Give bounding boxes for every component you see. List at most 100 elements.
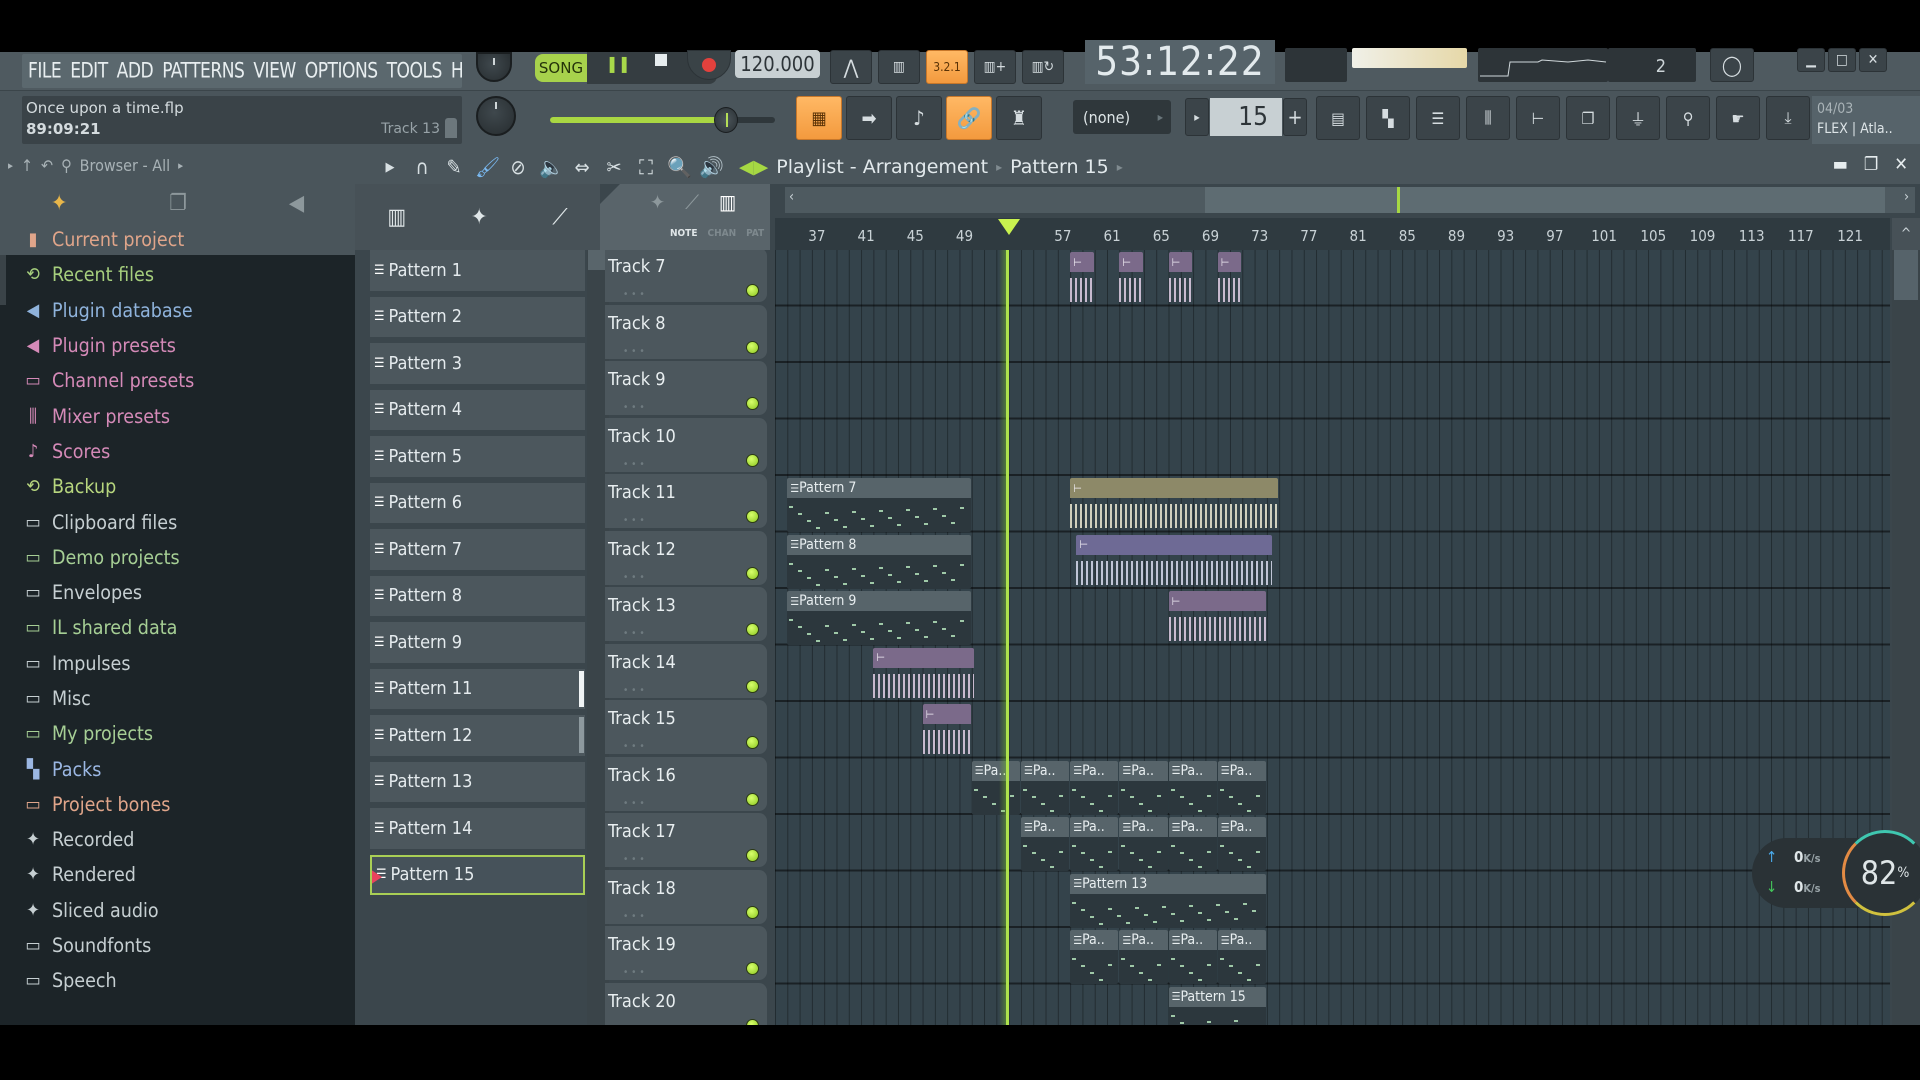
slip-tool-icon[interactable]: ⇔ — [571, 155, 593, 179]
render-button[interactable]: ⤓ — [1766, 96, 1810, 140]
track-options-icon[interactable]: • • • — [623, 854, 645, 865]
master-volume-slider[interactable] — [550, 107, 775, 133]
track-mute-led[interactable] — [746, 736, 759, 749]
maximize-app-button[interactable]: □ — [1828, 48, 1856, 72]
menu-edit[interactable]: EDIT — [70, 59, 108, 83]
track-options-icon[interactable]: • • • — [623, 1024, 645, 1026]
channel-rack-button[interactable]: ☰ — [1416, 96, 1460, 140]
playhead[interactable] — [998, 250, 1009, 1025]
browser-tab-files-icon[interactable]: ❐ — [169, 191, 187, 216]
playlist-clip[interactable]: ☰ Pattern 7 — [787, 478, 971, 532]
browser-item[interactable]: ✦ Recorded — [12, 822, 355, 857]
browser-item[interactable]: ▭ Channel presets — [12, 363, 355, 398]
playlist-clip[interactable]: ☰ Pattern 8 — [787, 534, 971, 589]
track-header[interactable]: Track 13 • • • — [605, 587, 767, 641]
menu-tools[interactable]: TOOLS — [387, 59, 443, 83]
menu-file[interactable]: FILE — [28, 59, 62, 83]
step-edit-button[interactable]: ▥+ — [974, 50, 1016, 84]
track-header[interactable]: Track 8 • • • — [605, 304, 767, 359]
project-browser-button[interactable]: ⊢ — [1516, 96, 1560, 140]
playlist-clip[interactable]: ☰ Pa.. — [1168, 760, 1217, 815]
plugin-picker-button[interactable]: ⏚ — [1616, 96, 1660, 140]
track-options-icon[interactable]: • • • — [623, 515, 645, 526]
minimize-icon[interactable]: ▬ — [1833, 154, 1848, 175]
mixer-button[interactable]: ⫼ — [1466, 96, 1510, 140]
master-volume-handle[interactable] — [713, 107, 738, 133]
multilink-button[interactable]: 🔗 — [946, 96, 992, 140]
track-options-icon[interactable]: • • • — [623, 967, 645, 978]
loop-record-button[interactable]: ▥↻ — [1022, 50, 1064, 84]
touch-keyboard-button[interactable]: ⚲ — [1666, 96, 1710, 140]
track-options-icon[interactable]: • • • — [623, 628, 645, 639]
typing-keyboard-button[interactable]: ▦ — [796, 96, 842, 140]
track-options-icon[interactable]: • • • — [623, 572, 645, 583]
countdown-button[interactable]: 3.2.1 — [926, 50, 968, 84]
track-options-icon[interactable]: • • • — [623, 346, 645, 357]
playlist-clip[interactable]: ☰ Pa.. — [1119, 760, 1168, 815]
audio-wave-icon[interactable]: ✦ — [471, 205, 488, 230]
minimize-app-button[interactable]: ▁ — [1797, 48, 1825, 72]
playlist-clip[interactable]: ☰ Pattern 13 — [1070, 873, 1266, 928]
browser-item[interactable]: ◀ Plugin presets — [12, 328, 355, 363]
track-mute-led[interactable] — [746, 566, 759, 580]
menu-add[interactable]: ADD — [117, 59, 154, 83]
pattern-picker-item[interactable]: ☰ Pattern 3 — [370, 343, 585, 384]
browser-item[interactable]: ♪ Scores — [12, 434, 355, 469]
scroll-right-icon[interactable]: › — [1904, 189, 1909, 205]
piano-roll-button[interactable]: ▚ — [1366, 96, 1410, 140]
playlist-clip[interactable]: ☰ Pa.. — [1070, 930, 1119, 984]
pause-icon[interactable]: ❚❚ — [606, 54, 630, 73]
select-tool-icon[interactable]: ⛶ — [635, 155, 657, 179]
track-header[interactable]: Track 19 • • • — [605, 926, 767, 980]
playlist-clip[interactable]: ☰ Pa.. — [1070, 760, 1119, 815]
browser-item[interactable]: ✦ Sliced audio — [12, 893, 355, 928]
track-header[interactable]: Track 18 • • • — [605, 869, 767, 924]
pattern-picker-item[interactable]: ☰ Pattern 9 — [370, 622, 585, 663]
song-position-display[interactable]: 53:12:22 — [1085, 39, 1275, 85]
playlist-clip[interactable]: ☰ Pa.. — [1217, 817, 1266, 871]
pattern-prev-button[interactable]: ▸ — [1185, 98, 1209, 136]
tab-note[interactable]: NOTE — [670, 228, 697, 239]
stop-icon[interactable] — [655, 54, 667, 66]
playlist-clip[interactable]: ☰ Pa.. — [971, 760, 1020, 815]
playlist-clip[interactable]: ⊢ — [873, 647, 975, 702]
browser-item[interactable]: ▚ Packs — [12, 751, 355, 786]
track-header[interactable]: Track 15 • • • — [605, 700, 767, 754]
pattern-picker-item[interactable]: ☰ Pattern 5 — [370, 436, 585, 477]
audio-wave-icon[interactable]: ✦ — [650, 190, 665, 214]
pattern-selector[interactable]: 15 — [1210, 98, 1282, 136]
playlist-clip[interactable]: ⊢ — [1168, 252, 1193, 306]
browser-item[interactable]: ▭ Impulses — [12, 646, 355, 681]
undo-icon[interactable]: ↶ — [41, 156, 53, 175]
playlist-clip[interactable]: ☰ Pattern 15 — [1168, 986, 1266, 1025]
track-header[interactable]: Track 12 • • • — [605, 530, 767, 585]
playlist-clip[interactable]: ☰ Pa.. — [1168, 817, 1217, 871]
menu-options[interactable]: OPTIONS — [305, 59, 378, 83]
online-button[interactable]: ◯ — [1710, 48, 1754, 82]
delete-tool-icon[interactable]: ⊘ — [507, 155, 529, 179]
playlist-clip[interactable]: ⊢ — [1070, 478, 1279, 532]
track-header[interactable]: Track 16 • • • — [605, 756, 767, 811]
track-mute-led[interactable] — [746, 679, 759, 693]
zoom-tool-icon[interactable]: 🔍 — [667, 155, 692, 179]
up-arrow-icon[interactable]: ↑ — [21, 156, 33, 175]
playlist-clip[interactable]: ☰ Pattern 9 — [787, 591, 971, 645]
browser-item[interactable]: ⟲ Backup — [12, 469, 355, 504]
browser-item[interactable]: ✦ Rendered — [12, 857, 355, 892]
track-mute-led[interactable] — [746, 397, 759, 410]
track-mute-led[interactable] — [746, 623, 759, 636]
master-pitch-knob[interactable] — [476, 96, 516, 136]
track-options-icon[interactable]: • • • — [623, 402, 645, 413]
track-header[interactable]: Track 20 • • • — [605, 982, 767, 1026]
pattern-picker-item[interactable]: ☰ Pattern 15 — [370, 854, 585, 895]
browser-item[interactable]: ▭ Envelopes — [12, 575, 355, 610]
menu-arrow-icon[interactable]: ▸ — [8, 159, 13, 172]
close-icon[interactable]: ✕ — [1894, 154, 1908, 175]
playlist-clip[interactable]: ☰ Pa.. — [1217, 760, 1266, 815]
track-options-icon[interactable]: • • • — [623, 741, 645, 752]
playlist-clip[interactable]: ⊢ — [1119, 252, 1143, 306]
pattern-picker-item[interactable]: ☰ Pattern 1 — [370, 250, 585, 291]
piano-icon[interactable]: ▥ — [719, 190, 736, 214]
menu-help[interactable]: HELP — [451, 59, 462, 83]
playlist-clip[interactable]: ☰ Pa.. — [1217, 930, 1266, 984]
